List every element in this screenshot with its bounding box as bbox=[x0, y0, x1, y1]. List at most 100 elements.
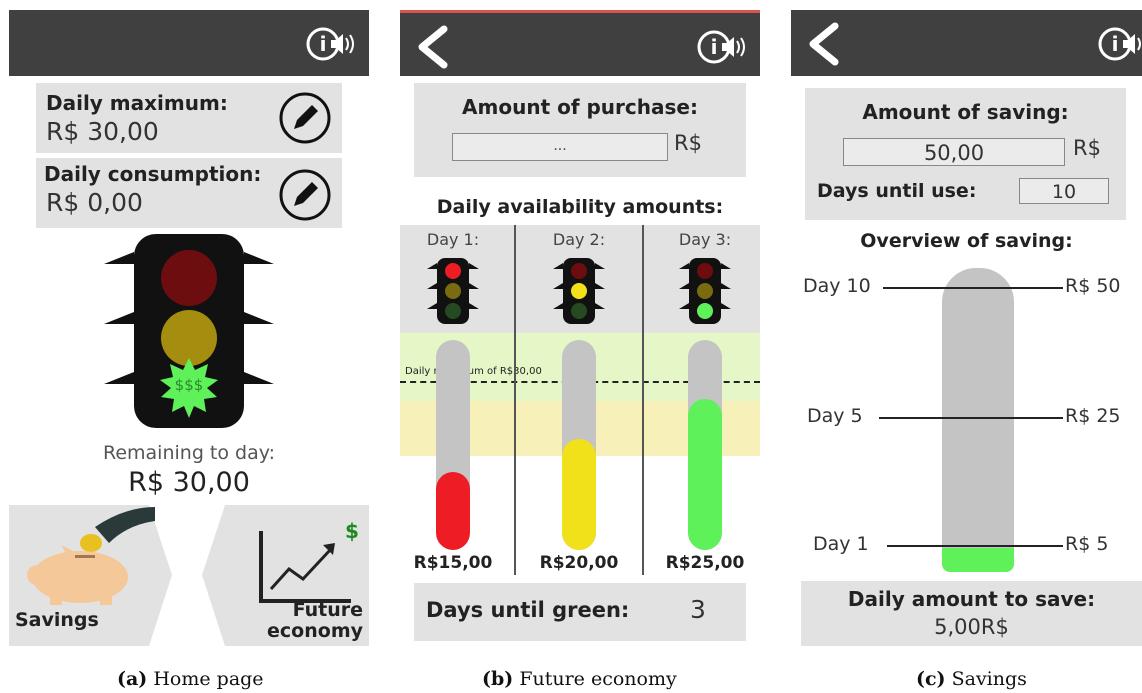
future-economy-screen: i Amount of purchase: ... R$ Daily avail… bbox=[400, 10, 760, 646]
home-screen: i Daily maximum: R$ 30,00 Daily consumpt… bbox=[9, 10, 369, 646]
daily-amount-card: Daily amount to save: 5,00R$ bbox=[801, 581, 1142, 646]
purchase-card: Amount of purchase: ... R$ bbox=[414, 83, 746, 177]
future-economy-nav-button[interactable]: $ Future economy bbox=[202, 505, 369, 646]
caption-a: (a) Home page bbox=[117, 668, 264, 690]
currency-label: R$ bbox=[674, 131, 702, 155]
mini-traffic-light-icon bbox=[679, 258, 731, 324]
overview-title: Overview of saving: bbox=[860, 230, 1073, 252]
day-amount: R$25,00 bbox=[665, 553, 745, 573]
yellow-lamp bbox=[445, 283, 461, 299]
future-label-line2: economy bbox=[267, 620, 363, 642]
back-arrow-icon[interactable] bbox=[414, 25, 454, 69]
remaining-value: R$ 30,00 bbox=[128, 467, 250, 498]
column-divider bbox=[514, 225, 516, 575]
saving-mark-line bbox=[883, 287, 1063, 289]
green-lamp bbox=[445, 303, 461, 319]
red-lamp bbox=[571, 263, 587, 279]
back-arrow-icon[interactable] bbox=[805, 22, 845, 66]
svg-text:i: i bbox=[320, 32, 327, 56]
caption-text: Future economy bbox=[519, 668, 677, 690]
day-label: Day 2: bbox=[552, 230, 606, 249]
day-label: Day 3: bbox=[678, 230, 732, 249]
availability-fill bbox=[688, 398, 722, 550]
days-until-use-input[interactable]: 10 bbox=[1019, 178, 1109, 204]
savings-label: Savings bbox=[15, 609, 99, 631]
edit-consumption-pencil-icon[interactable] bbox=[278, 168, 332, 222]
saving-day-mark: Day 5 bbox=[807, 405, 863, 427]
remaining-label: Remaining to day: bbox=[102, 442, 275, 464]
daily-consumption-label: Daily consumption: bbox=[44, 162, 262, 186]
saving-amount-card: Amount of saving: 50,00 R$ Days until us… bbox=[805, 88, 1126, 220]
availability-tube bbox=[562, 340, 596, 550]
daily-consumption-card: Daily consumption: R$ 0,00 bbox=[36, 158, 342, 228]
availability-fill bbox=[436, 472, 470, 550]
day-label: Day 1: bbox=[426, 230, 480, 249]
daily-max-value: R$ 30,00 bbox=[46, 117, 159, 146]
top-bar: i bbox=[9, 10, 369, 76]
saving-value-mark: R$ 25 bbox=[1065, 405, 1121, 427]
daily-max-line-label: Daily maximum of R$30,00 bbox=[405, 366, 542, 377]
saving-mark-line bbox=[879, 417, 1063, 419]
column-divider bbox=[642, 225, 644, 575]
yellow-lamp bbox=[697, 283, 713, 299]
saving-day-mark: Day 1 bbox=[813, 533, 869, 555]
daily-consumption-value: R$ 0,00 bbox=[46, 188, 143, 217]
availability-title: Daily availability amounts: bbox=[436, 196, 724, 218]
saving-value-mark: R$ 50 bbox=[1065, 275, 1121, 297]
availability-tube bbox=[688, 340, 722, 550]
saving-amount-label: Amount of saving: bbox=[862, 100, 1069, 124]
future-economy-label: Future economy bbox=[267, 600, 363, 642]
mini-traffic-light-icon bbox=[427, 258, 479, 324]
purchase-label: Amount of purchase: bbox=[462, 95, 698, 119]
top-bar: i bbox=[400, 10, 760, 76]
yellow-lamp bbox=[571, 283, 587, 299]
caption-tag: (a) bbox=[117, 668, 148, 690]
caption-text: Home page bbox=[153, 668, 264, 690]
growth-chart-icon bbox=[259, 531, 351, 603]
caption-tag: (b) bbox=[482, 668, 514, 690]
red-lamp bbox=[697, 263, 713, 279]
dollar-sign: $ bbox=[345, 519, 359, 543]
piggy-bank-icon bbox=[27, 507, 155, 605]
svg-text:i: i bbox=[1112, 32, 1119, 56]
info-audio-icon[interactable]: i bbox=[694, 27, 750, 67]
saving-value-mark: R$ 5 bbox=[1065, 533, 1109, 555]
edit-max-pencil-icon[interactable] bbox=[278, 91, 332, 145]
days-until-green-label: Days until green: bbox=[426, 598, 630, 622]
day-amount: R$15,00 bbox=[413, 553, 493, 573]
red-lamp bbox=[445, 263, 461, 279]
mini-traffic-light-icon bbox=[553, 258, 605, 324]
day-amount: R$20,00 bbox=[539, 553, 619, 573]
saving-progress-tube bbox=[942, 268, 1014, 572]
traffic-light-money-sign: $$$ bbox=[174, 376, 204, 394]
saving-progress-fill bbox=[942, 547, 1014, 572]
svg-text:i: i bbox=[711, 35, 718, 59]
availability-fill bbox=[562, 438, 596, 550]
green-lamp bbox=[697, 303, 713, 319]
future-label-line1: Future bbox=[292, 599, 363, 621]
savings-nav-button[interactable]: Savings bbox=[9, 505, 172, 646]
daily-max-label: Daily maximum: bbox=[46, 91, 228, 115]
caption-tag: (c) bbox=[916, 668, 946, 690]
traffic-light-icon bbox=[104, 234, 274, 428]
saving-amount-input[interactable]: 50,00 bbox=[843, 138, 1065, 166]
availability-tube bbox=[436, 340, 470, 550]
saving-mark-line bbox=[887, 545, 1063, 547]
top-bar: i bbox=[791, 10, 1142, 76]
savings-screen: i Amount of saving: 50,00 R$ Days until … bbox=[791, 10, 1142, 646]
days-until-green-value: 3 bbox=[690, 595, 706, 624]
caption-text: Savings bbox=[951, 668, 1027, 690]
caption-b: (b) Future economy bbox=[482, 668, 677, 690]
days-until-use-label: Days until use: bbox=[817, 180, 977, 202]
saving-day-mark: Day 10 bbox=[803, 275, 871, 297]
currency-label: R$ bbox=[1073, 136, 1101, 160]
info-audio-icon[interactable]: i bbox=[1095, 24, 1142, 64]
purchase-amount-input[interactable]: ... bbox=[452, 133, 668, 161]
daily-max-card: Daily maximum: R$ 30,00 bbox=[36, 83, 342, 153]
green-lamp bbox=[571, 303, 587, 319]
daily-amount-label: Daily amount to save: bbox=[847, 587, 1096, 611]
info-audio-icon[interactable]: i bbox=[303, 24, 359, 64]
days-until-green-card: Days until green: 3 bbox=[414, 583, 746, 641]
caption-c: (c) Savings bbox=[916, 668, 1027, 690]
daily-amount-value: 5,00R$ bbox=[934, 615, 1009, 639]
